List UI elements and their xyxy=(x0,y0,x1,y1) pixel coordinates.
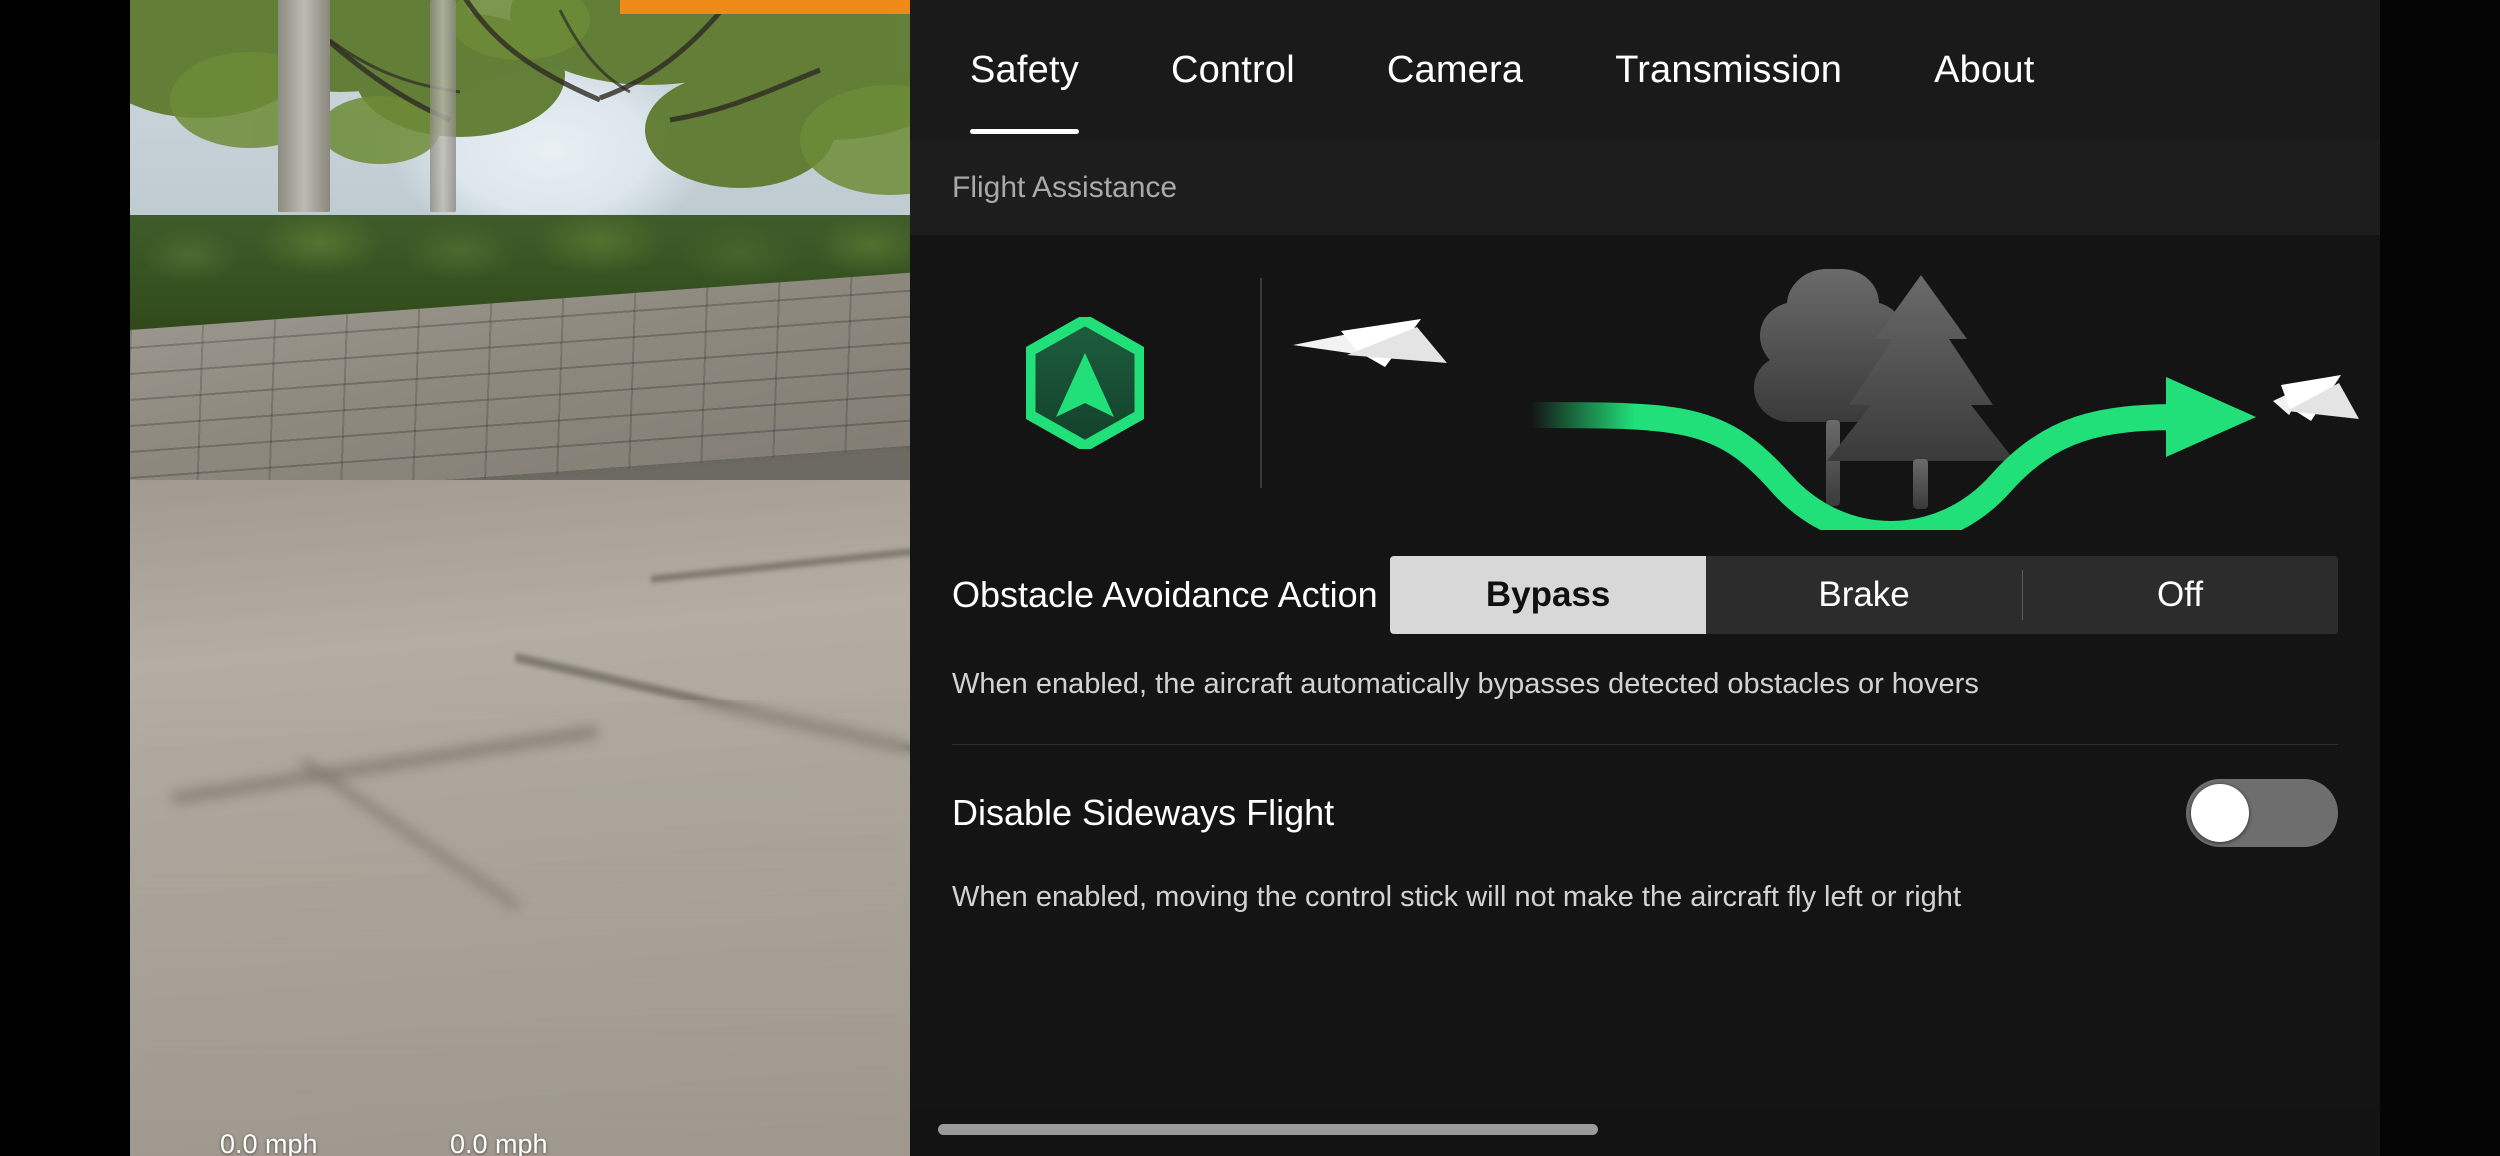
tab-transmission-label: Transmission xyxy=(1615,48,1843,91)
disable-sideways-flight-label: Disable Sideways Flight xyxy=(952,792,1335,834)
tab-about[interactable]: About xyxy=(1934,49,2034,92)
disable-sideways-flight-toggle[interactable] xyxy=(2186,779,2338,848)
tab-camera[interactable]: Camera xyxy=(1387,49,1523,92)
segment-off[interactable]: Off xyxy=(2022,556,2338,634)
tab-control-label: Control xyxy=(1170,48,1295,91)
tab-control[interactable]: Control xyxy=(1171,49,1295,92)
obstacle-avoidance-description: When enabled, the aircraft automatically… xyxy=(952,668,1979,700)
app-screen: 0.0 mph H 0.0 ft 0.0 mph D 3 ft Safety xyxy=(0,0,2500,1156)
segment-brake[interactable]: Brake xyxy=(1706,556,2023,634)
tab-transmission[interactable]: Transmission xyxy=(1615,49,1842,92)
tab-safety-label: Safety xyxy=(970,48,1079,91)
obstacle-avoidance-row: Obstacle Avoidance Action Bypass Brake O… xyxy=(910,530,2380,634)
video-foreground-blur xyxy=(130,700,910,1156)
tab-about-label: About xyxy=(1934,48,2035,91)
paper-plane-icon-left xyxy=(1293,319,1447,367)
recording-status-strip xyxy=(620,0,910,14)
tab-camera-label: Camera xyxy=(1386,48,1524,91)
disable-sideways-flight-row: Disable Sideways Flight xyxy=(910,745,2380,848)
settings-panel: Safety Control Camera Transmission About… xyxy=(910,0,2380,1156)
bypass-path-svg xyxy=(1293,269,2359,547)
left-letterbox xyxy=(0,0,130,1156)
paper-plane-icon-right xyxy=(2273,375,2359,421)
live-video-feed[interactable]: 0.0 mph H 0.0 ft 0.0 mph D 3 ft xyxy=(130,0,910,1156)
section-header-label: Flight Assistance xyxy=(952,170,1178,204)
segment-off-label: Off xyxy=(2157,575,2204,614)
disable-sideways-flight-description: When enabled, moving the control stick w… xyxy=(952,881,1961,914)
settings-tabbar: Safety Control Camera Transmission About xyxy=(910,0,2380,140)
video-tree-trunk xyxy=(278,0,330,212)
settings-body: Obstacle Avoidance Action Bypass Brake O… xyxy=(910,235,2380,1156)
apas-badge xyxy=(910,316,1260,449)
section-header-flight-assistance: Flight Assistance xyxy=(910,140,2380,235)
tab-safety[interactable]: Safety xyxy=(970,48,1079,134)
obstacle-bypass-illustration xyxy=(1262,235,2380,547)
video-tree-trunk xyxy=(430,0,456,212)
obstacle-avoidance-segmented-control[interactable]: Bypass Brake Off xyxy=(1390,556,2338,634)
segment-bypass-label: Bypass xyxy=(1485,575,1611,614)
flight-assistance-hero xyxy=(910,235,2380,547)
green-bypass-arrow-icon xyxy=(2166,377,2256,457)
toggle-knob xyxy=(2191,784,2249,843)
obstacle-avoidance-label: Obstacle Avoidance Action xyxy=(952,574,1378,616)
scroll-indicator-track[interactable] xyxy=(910,1110,2380,1156)
scroll-indicator-thumb[interactable] xyxy=(938,1124,1598,1135)
segment-brake-label: Brake xyxy=(1818,575,1910,614)
right-letterbox xyxy=(2380,0,2500,1156)
apas-hexagon-arrow-icon xyxy=(1026,316,1144,449)
segment-bypass[interactable]: Bypass xyxy=(1390,556,1707,634)
